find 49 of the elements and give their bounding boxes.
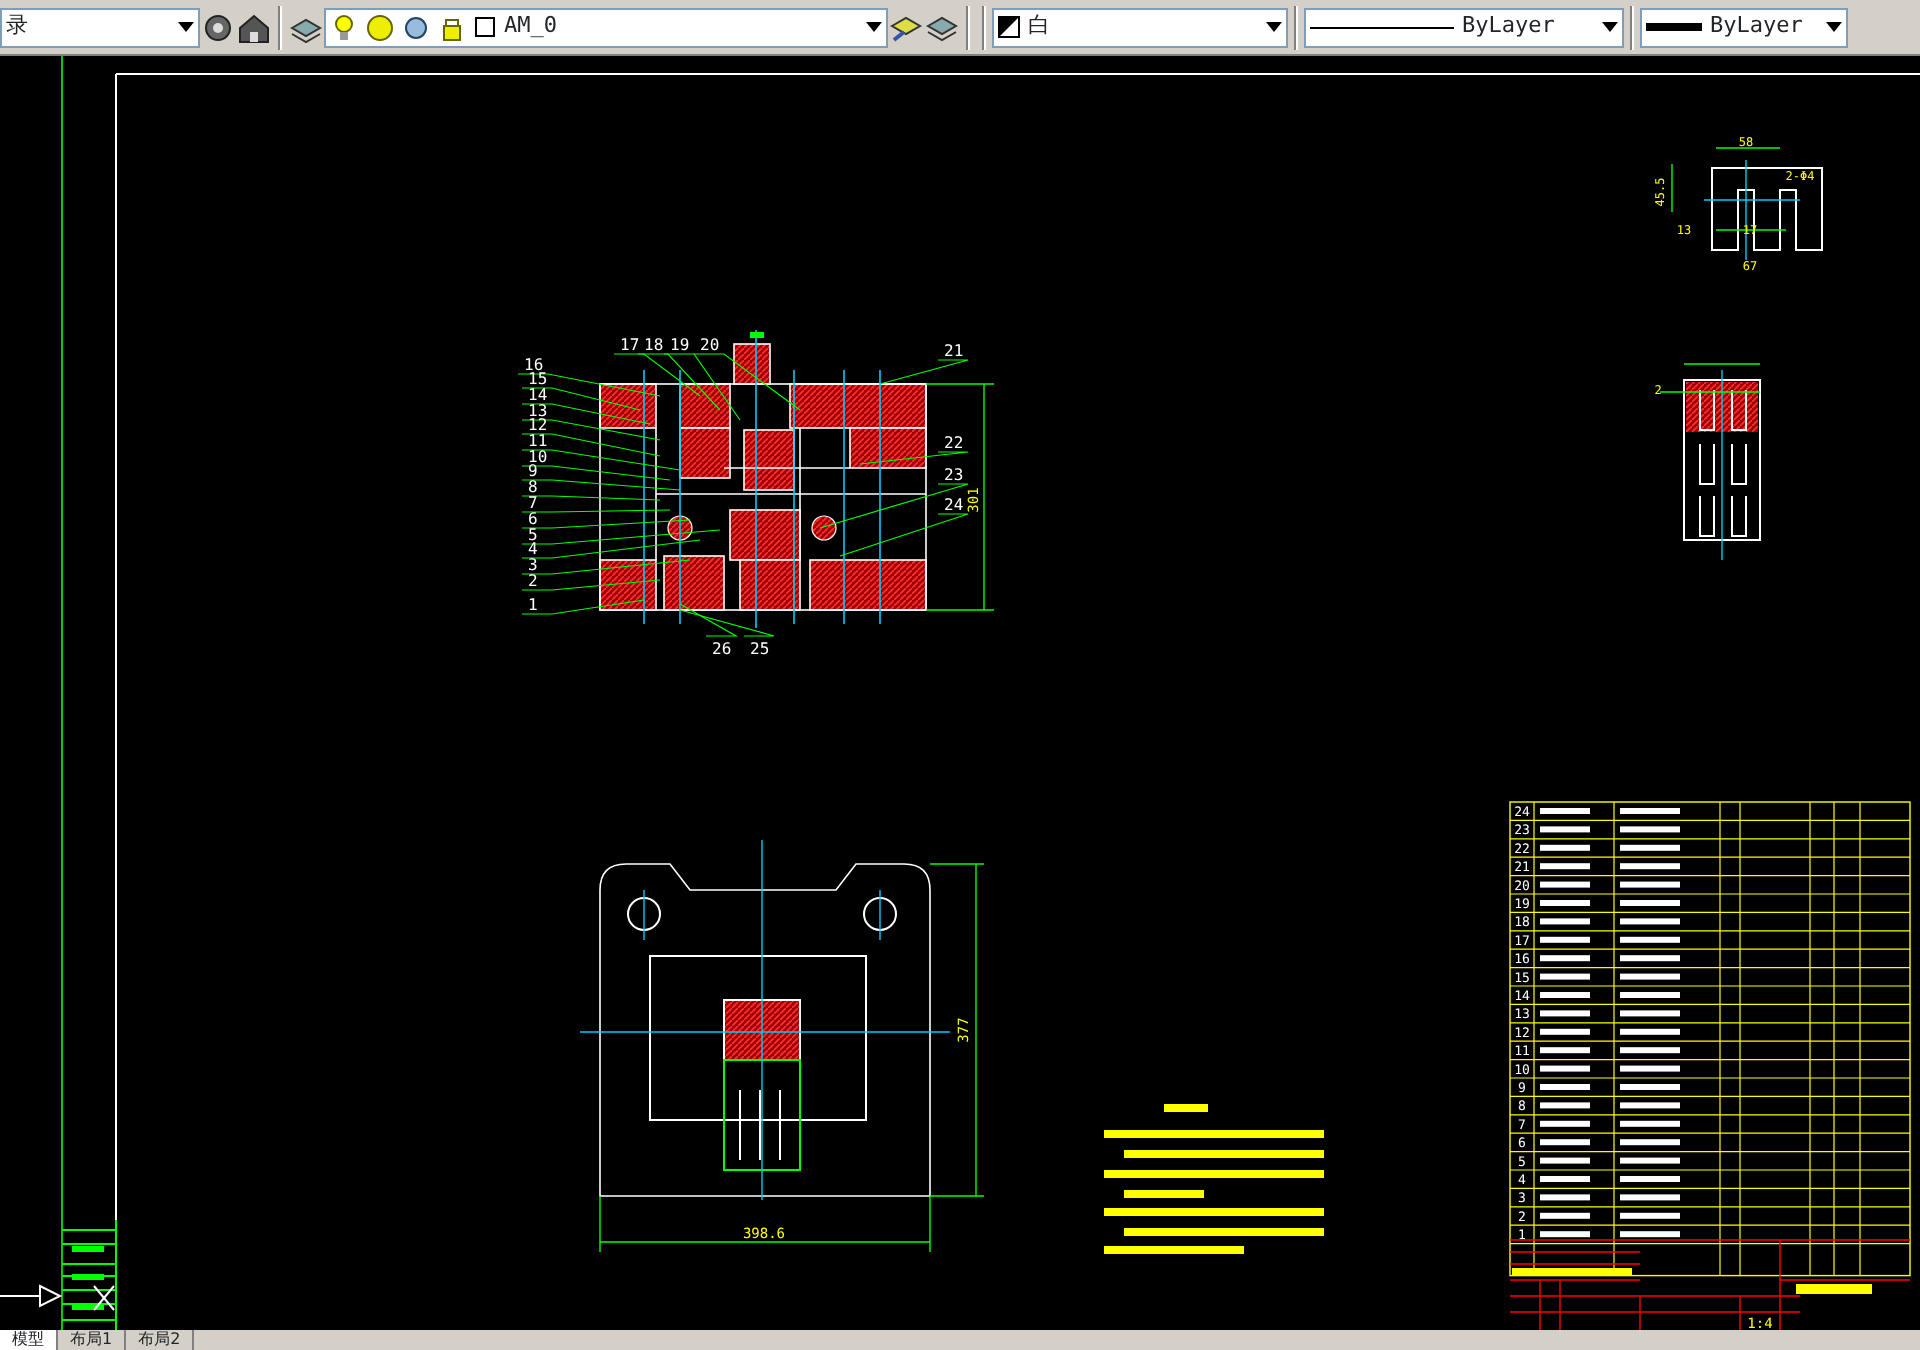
balloon-number: 7 <box>528 494 538 512</box>
line-sample-icon <box>1310 23 1454 31</box>
lightbulb-icon[interactable] <box>330 13 358 41</box>
balloon-number: 5 <box>528 526 538 544</box>
balloon-number: 24 <box>944 496 964 514</box>
balloon-number: 11 <box>528 432 548 450</box>
balloon-number: 19 <box>670 336 690 354</box>
color-swatch-icon[interactable] <box>474 16 496 38</box>
caret-icon <box>866 22 882 32</box>
ucs-icon <box>0 1285 63 1307</box>
layer-dropdown[interactable]: AM_0 <box>324 7 888 47</box>
balloon-number: 20 <box>700 336 720 354</box>
color-dropdown[interactable]: 白 <box>992 7 1288 47</box>
padlock-icon[interactable] <box>438 13 466 41</box>
linetype-dropdown[interactable]: ByLayer <box>1304 7 1624 47</box>
crosshair-cursor-icon <box>93 1285 115 1311</box>
balloon-number: 17 <box>620 336 640 354</box>
balloon-number: 13 <box>528 402 548 420</box>
caret-icon <box>1266 22 1282 32</box>
caret-icon <box>178 22 194 32</box>
balloon-number: 1 <box>528 596 538 614</box>
balloon-number: 25 <box>750 640 770 658</box>
balloon-number: 8 <box>528 478 538 496</box>
balloon-number: 2 <box>528 572 538 590</box>
house-icon[interactable] <box>236 9 272 45</box>
caret-icon <box>1826 22 1842 32</box>
balloon-number: 12 <box>528 416 548 434</box>
balloon-number: 6 <box>528 510 538 528</box>
balloon-number: 9 <box>528 462 538 480</box>
balloon-number: 22 <box>944 434 964 452</box>
balloon-number: 23 <box>944 466 964 484</box>
balloon-number: 21 <box>944 342 964 360</box>
title-strip-drawing <box>61 1219 117 1330</box>
caret-icon <box>1602 22 1618 32</box>
layout-tab[interactable]: 布局2 <box>126 1330 195 1350</box>
layer-state-dropdown[interactable]: 录 <box>0 7 200 47</box>
balloon-number: 26 <box>712 640 732 658</box>
balloon-number: 14 <box>528 386 548 404</box>
balloon-number: 10 <box>528 448 548 466</box>
balloon-number: 18 <box>644 336 664 354</box>
layout-tab[interactable]: 模型 <box>0 1330 58 1350</box>
line-sample-icon <box>1646 22 1702 32</box>
lineweight-dropdown[interactable]: ByLayer <box>1640 7 1848 47</box>
balloon-number: 3 <box>528 556 538 574</box>
balloon-number: 4 <box>528 540 538 558</box>
balloon-number: 16 <box>524 356 544 374</box>
balloon-number: 15 <box>528 370 548 388</box>
layout-tab[interactable]: 布局1 <box>58 1330 127 1350</box>
color-swatch-icon <box>998 16 1020 38</box>
